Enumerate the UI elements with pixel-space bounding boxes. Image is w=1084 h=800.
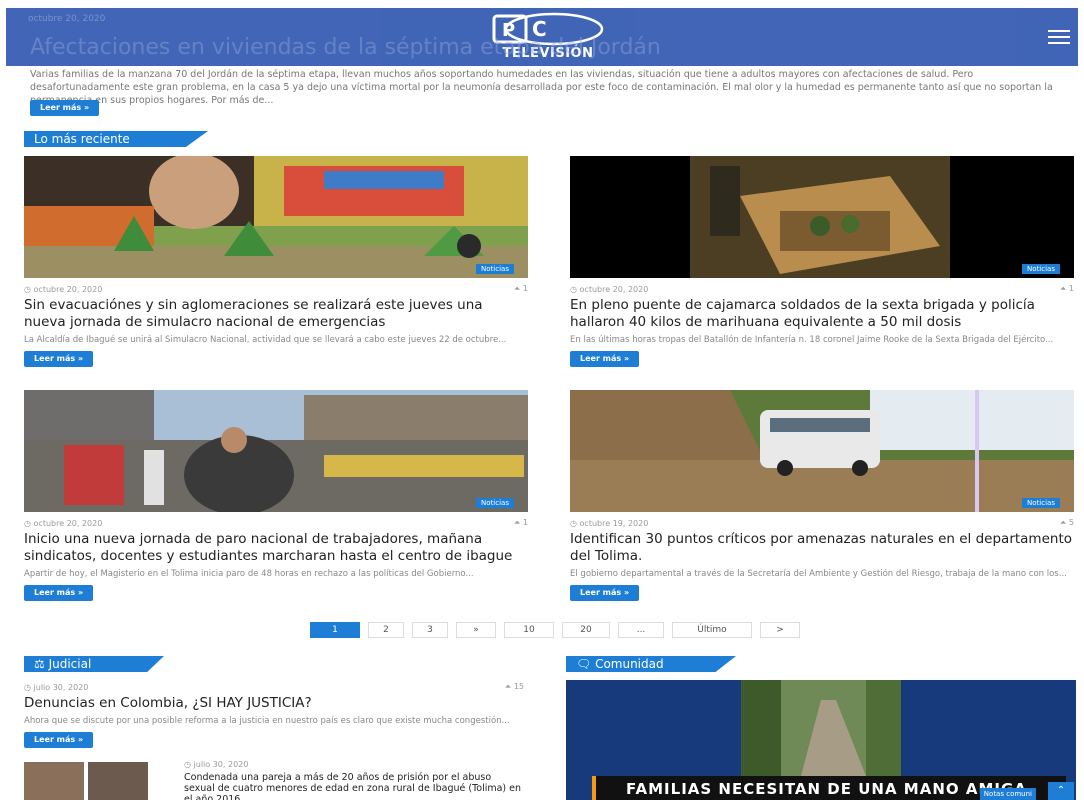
news-title[interactable]: Sin evacuaciónes y sin aglomeraciones se… xyxy=(24,297,528,331)
category-badge[interactable]: Noticias xyxy=(476,498,514,508)
news-thumbnail[interactable] xyxy=(88,762,148,800)
post-date: octubre 20, 2020 xyxy=(24,519,103,528)
news-card: Noticias octubre 20, 2020 ⏶ 1 Inicio una … xyxy=(24,390,528,601)
last-page-button[interactable]: Último xyxy=(672,622,752,638)
news-excerpt: Apartir de hoy, el Magisterio en el Toli… xyxy=(24,569,474,579)
post-date: octubre 19, 2020 xyxy=(570,519,649,528)
top-article-title[interactable]: Afectaciones en viviendas de la séptima … xyxy=(30,35,661,60)
scroll-top-icon[interactable]: ⌃ xyxy=(1048,782,1074,800)
read-more-button[interactable]: Leer más » xyxy=(570,585,640,601)
section-label-judicial: ⚖ Judicial xyxy=(24,656,164,672)
news-image[interactable]: Noticias xyxy=(24,390,528,512)
category-badge[interactable]: Noticias xyxy=(1022,498,1060,508)
page-3-button[interactable]: 3 xyxy=(412,622,448,638)
news-card: Noticias octubre 20, 2020 ⏶ 1 Sin evacuac… xyxy=(24,156,528,367)
news-card: Noticias octubre 20, 2020 ⏶ 1 En pleno pu… xyxy=(570,156,1074,367)
news-title[interactable]: Inicio una nueva jornada de paro naciona… xyxy=(24,531,528,565)
read-more-button[interactable]: Leer más » xyxy=(30,100,100,116)
next-page-button[interactable]: > xyxy=(760,622,800,638)
likes-count: ⏶ 1 xyxy=(513,284,528,293)
menu-icon[interactable] xyxy=(1048,30,1070,44)
page-10-button[interactable]: 10 xyxy=(504,622,554,638)
section-label-recent: Lo más reciente xyxy=(24,131,208,147)
category-badge[interactable]: Noticias xyxy=(1022,264,1060,274)
chat-icon: 🗨 xyxy=(576,657,596,671)
section-label-comunidad: 🗨 Comunidad xyxy=(566,656,736,672)
next-pages-button[interactable]: » xyxy=(456,622,496,638)
pagination: 1 2 3 » 10 20 ... Último > xyxy=(310,622,800,638)
read-more-button[interactable]: Leer más » xyxy=(24,585,94,601)
likes-count: ⏶ 1 xyxy=(1059,284,1074,293)
likes-count: ⏶ 15 xyxy=(504,682,524,691)
judicial-secondary-article: julio 30, 2020 Condenada una pareja a má… xyxy=(24,760,524,800)
ellipsis-button[interactable]: ... xyxy=(618,622,664,638)
page-20-button[interactable]: 20 xyxy=(562,622,610,638)
top-article-excerpt: Varias familias de la manzana 70 del Jor… xyxy=(30,69,1053,106)
news-excerpt: El gobierno departamental a través de la… xyxy=(570,569,1067,579)
page-1-button[interactable]: 1 xyxy=(310,622,360,638)
comunidad-video-thumbnail[interactable]: FAMILIAS NECESITAN DE UNA MANO AMIGA Not… xyxy=(566,680,1076,800)
news-title[interactable]: Denuncias en Colombia, ¿SI HAY JUSTICIA? xyxy=(24,695,524,712)
news-card: Noticias octubre 19, 2020 ⏶ 5 Identifican… xyxy=(570,390,1074,601)
page-2-button[interactable]: 2 xyxy=(368,622,404,638)
news-image[interactable]: Noticias xyxy=(570,156,1074,278)
judicial-main-article: julio 30, 2020 ⏶ 15 Denuncias en Colombia… xyxy=(24,681,524,748)
news-title[interactable]: En pleno puente de cajamarca soldados de… xyxy=(570,297,1074,331)
news-title[interactable]: Condenada una pareja a más de 20 años de… xyxy=(184,772,524,800)
top-article-date: octubre 20, 2020 xyxy=(28,14,106,24)
page: P C TELEVISIÓN octubre 20, 2020 Afectaci… xyxy=(0,0,1084,800)
category-badge[interactable]: Noticias xyxy=(476,264,514,274)
video-caption: FAMILIAS NECESITAN DE UNA MANO AMIGA xyxy=(626,780,1027,798)
read-more-button[interactable]: Leer más » xyxy=(24,732,94,748)
news-thumbnail[interactable] xyxy=(24,762,84,800)
post-date: octubre 20, 2020 xyxy=(24,285,103,294)
news-image[interactable]: Noticias xyxy=(570,390,1074,512)
likes-count: ⏶ 1 xyxy=(513,518,528,527)
notas-comunitarias-label[interactable]: Notas comuni xyxy=(979,788,1036,800)
read-more-button[interactable]: Leer más » xyxy=(24,351,94,367)
news-excerpt: La Alcaldía de Ibagué se unirá al Simula… xyxy=(24,335,507,345)
read-more-button[interactable]: Leer más » xyxy=(570,351,640,367)
post-date: julio 30, 2020 xyxy=(24,683,89,692)
news-excerpt: En las últimas horas tropas del Batallón… xyxy=(570,335,1054,345)
news-excerpt: Ahora que se discute por una posible ref… xyxy=(24,716,510,726)
post-date: julio 30, 2020 xyxy=(184,760,249,769)
news-image[interactable]: Noticias xyxy=(24,156,528,278)
likes-count: ⏶ 5 xyxy=(1059,518,1074,527)
post-date: octubre 20, 2020 xyxy=(570,285,649,294)
scale-icon: ⚖ xyxy=(34,657,49,671)
news-title[interactable]: Identifican 30 puntos críticos por amena… xyxy=(570,531,1074,565)
